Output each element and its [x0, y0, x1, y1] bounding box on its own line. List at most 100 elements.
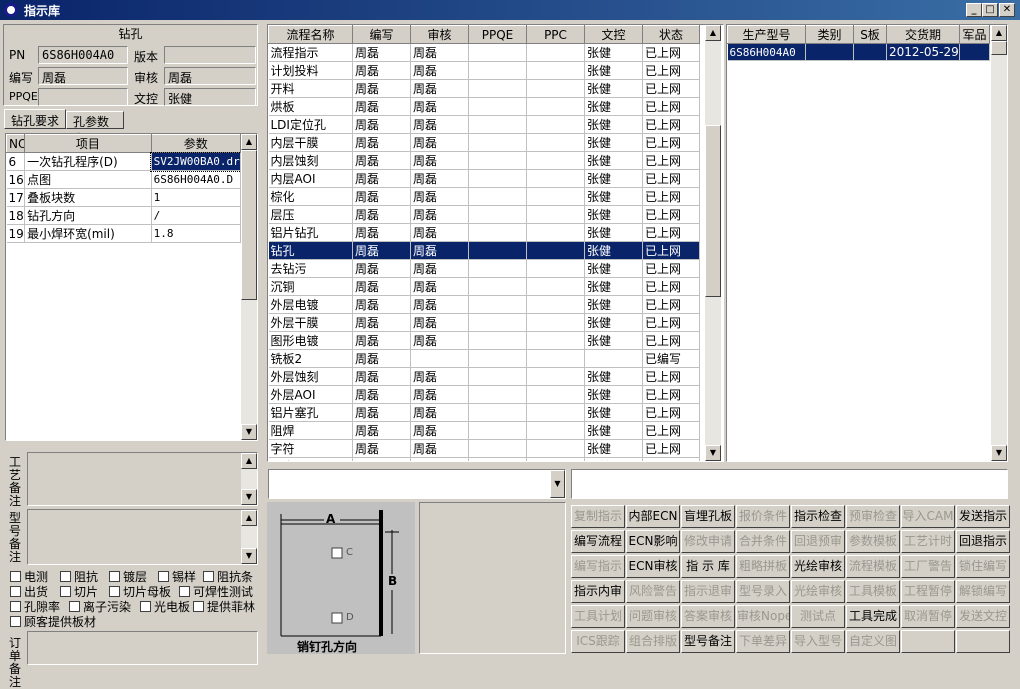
table-cell[interactable]: 张健 [584, 79, 643, 98]
table-cell[interactable]: 外层干膜 [268, 313, 353, 332]
checkbox-box[interactable] [109, 571, 120, 582]
table-cell[interactable]: 周磊 [352, 205, 411, 224]
table-cell[interactable]: 张健 [584, 223, 643, 242]
table-cell[interactable]: 张健 [584, 313, 643, 332]
table-cell[interactable]: 周磊 [410, 421, 469, 440]
table-cell[interactable]: 周磊 [352, 43, 411, 62]
table-cell[interactable]: 叠板块数 [24, 188, 152, 207]
action-button[interactable]: 内部ECN [626, 505, 680, 528]
product-col-header[interactable]: 交货期 [886, 25, 960, 44]
table-cell[interactable]: 17 [6, 188, 26, 207]
table-cell[interactable]: 周磊 [352, 457, 411, 461]
pn-field[interactable]: 6S86H004A0 [38, 46, 128, 64]
table-cell[interactable]: 周磊 [352, 277, 411, 296]
table-cell[interactable] [468, 277, 527, 296]
table-cell[interactable]: 周磊 [410, 187, 469, 206]
action-button[interactable]: 问题审核 [626, 605, 680, 628]
process-col-header[interactable]: 审核 [410, 25, 469, 44]
table-cell[interactable]: 字符 [268, 439, 353, 458]
table-cell[interactable]: 周磊 [352, 79, 411, 98]
product-grid[interactable]: 生产型号 类别 S板 交货期 军品 6S86H004A0 2012-05-29 ▲ ▼ [726, 24, 1008, 462]
table-cell[interactable]: / [151, 206, 242, 225]
table-row[interactable]: 内层AOI 周磊 周磊 张健 已上网 [268, 169, 700, 188]
chevron-down-icon[interactable]: ▼ [550, 470, 565, 498]
table-cell[interactable]: 已上网 [642, 385, 700, 404]
checkbox-box[interactable] [10, 601, 21, 612]
table-cell[interactable]: 张健 [584, 457, 643, 461]
table-cell[interactable] [526, 187, 585, 206]
table-cell[interactable]: LDI定位孔 [268, 115, 353, 134]
action-button[interactable]: 组合排版 [626, 630, 680, 653]
table-cell[interactable]: 内层干膜 [268, 133, 353, 152]
table-cell[interactable]: 烘板 [268, 97, 353, 116]
checkbox-box[interactable] [60, 571, 71, 582]
table-cell[interactable]: 周磊 [352, 331, 411, 350]
table-row[interactable]: 6S86H004A0 2012-05-29 [727, 43, 990, 61]
table-cell[interactable]: 铝片钻孔 [268, 223, 353, 242]
tab-drill-requirements[interactable]: 钻孔要求 [4, 109, 66, 129]
table-cell[interactable] [526, 439, 585, 458]
table-cell[interactable]: 周磊 [410, 439, 469, 458]
action-button[interactable]: 复制指示 [571, 505, 625, 528]
action-button[interactable]: 工艺计时 [901, 530, 955, 553]
table-cell[interactable]: 张健 [584, 115, 643, 134]
table-row[interactable]: 16 点图 6S86H004A0.D [6, 170, 242, 189]
table-cell[interactable] [526, 241, 585, 260]
minimize-button[interactable]: _ [966, 3, 982, 17]
table-cell[interactable]: 已上网 [642, 133, 700, 152]
table-cell[interactable]: 钻孔 [268, 241, 353, 260]
table-cell[interactable]: 张健 [584, 331, 643, 350]
table-cell[interactable]: 张健 [584, 259, 643, 278]
table-cell[interactable] [468, 349, 527, 368]
table-cell[interactable] [468, 187, 527, 206]
table-cell[interactable] [526, 385, 585, 404]
process-col-header[interactable]: 状态 [642, 25, 700, 44]
table-cell[interactable]: 已上网 [642, 205, 700, 224]
table-cell[interactable]: 周磊 [352, 385, 411, 404]
action-button[interactable]: 答案审核 [681, 605, 735, 628]
table-cell[interactable]: 19 [6, 224, 26, 243]
action-button[interactable]: 工程暂停 [901, 580, 955, 603]
table-cell[interactable]: 已上网 [642, 331, 700, 350]
params-col-header[interactable]: 参数 [150, 134, 242, 153]
table-cell[interactable]: 外层电镀 [268, 295, 353, 314]
table-cell[interactable] [526, 61, 585, 80]
table-cell[interactable] [584, 349, 643, 368]
table-cell[interactable]: 张健 [584, 439, 643, 458]
table-cell[interactable] [468, 367, 527, 386]
table-cell[interactable]: 张健 [584, 151, 643, 170]
action-button[interactable]: 回退指示 [956, 530, 1010, 553]
action-button[interactable]: 锁住编写 [956, 555, 1010, 578]
process-col-header[interactable]: PPC [526, 25, 585, 44]
checkbox-box[interactable] [10, 586, 21, 597]
checkbox-box[interactable] [69, 601, 80, 612]
table-cell[interactable] [526, 403, 585, 422]
table-cell[interactable]: 6 [6, 152, 26, 171]
action-button[interactable]: 型号录入 [736, 580, 790, 603]
action-button[interactable]: 报价条件 [736, 505, 790, 528]
table-cell[interactable]: 周磊 [410, 97, 469, 116]
table-cell[interactable] [526, 43, 585, 62]
version-field[interactable] [164, 46, 256, 64]
table-cell[interactable]: 张健 [584, 133, 643, 152]
table-cell[interactable]: 周磊 [352, 97, 411, 116]
table-cell[interactable]: 周磊 [352, 151, 411, 170]
table-cell[interactable]: 周磊 [352, 259, 411, 278]
checkbox-box[interactable] [60, 586, 71, 597]
table-cell[interactable]: 铝片塞孔 [268, 403, 353, 422]
action-button[interactable]: 指 示 库 [681, 555, 735, 578]
action-button[interactable]: 型号备注 [681, 630, 735, 653]
table-cell[interactable]: 周磊 [352, 169, 411, 188]
action-button[interactable] [956, 630, 1010, 653]
table-cell[interactable]: 周磊 [410, 385, 469, 404]
option-checkbox[interactable]: 光电板 [140, 598, 190, 615]
table-cell[interactable]: 周磊 [410, 79, 469, 98]
review-field[interactable]: 周磊 [164, 67, 256, 85]
table-cell[interactable] [468, 151, 527, 170]
table-cell[interactable]: 1 [151, 188, 242, 207]
table-cell[interactable]: 已上网 [642, 241, 700, 260]
table-cell[interactable]: 周磊 [410, 43, 469, 62]
action-button[interactable]: 合并条件 [736, 530, 790, 553]
table-cell[interactable]: 流程指示 [268, 43, 353, 62]
checkbox-box[interactable] [203, 571, 214, 582]
